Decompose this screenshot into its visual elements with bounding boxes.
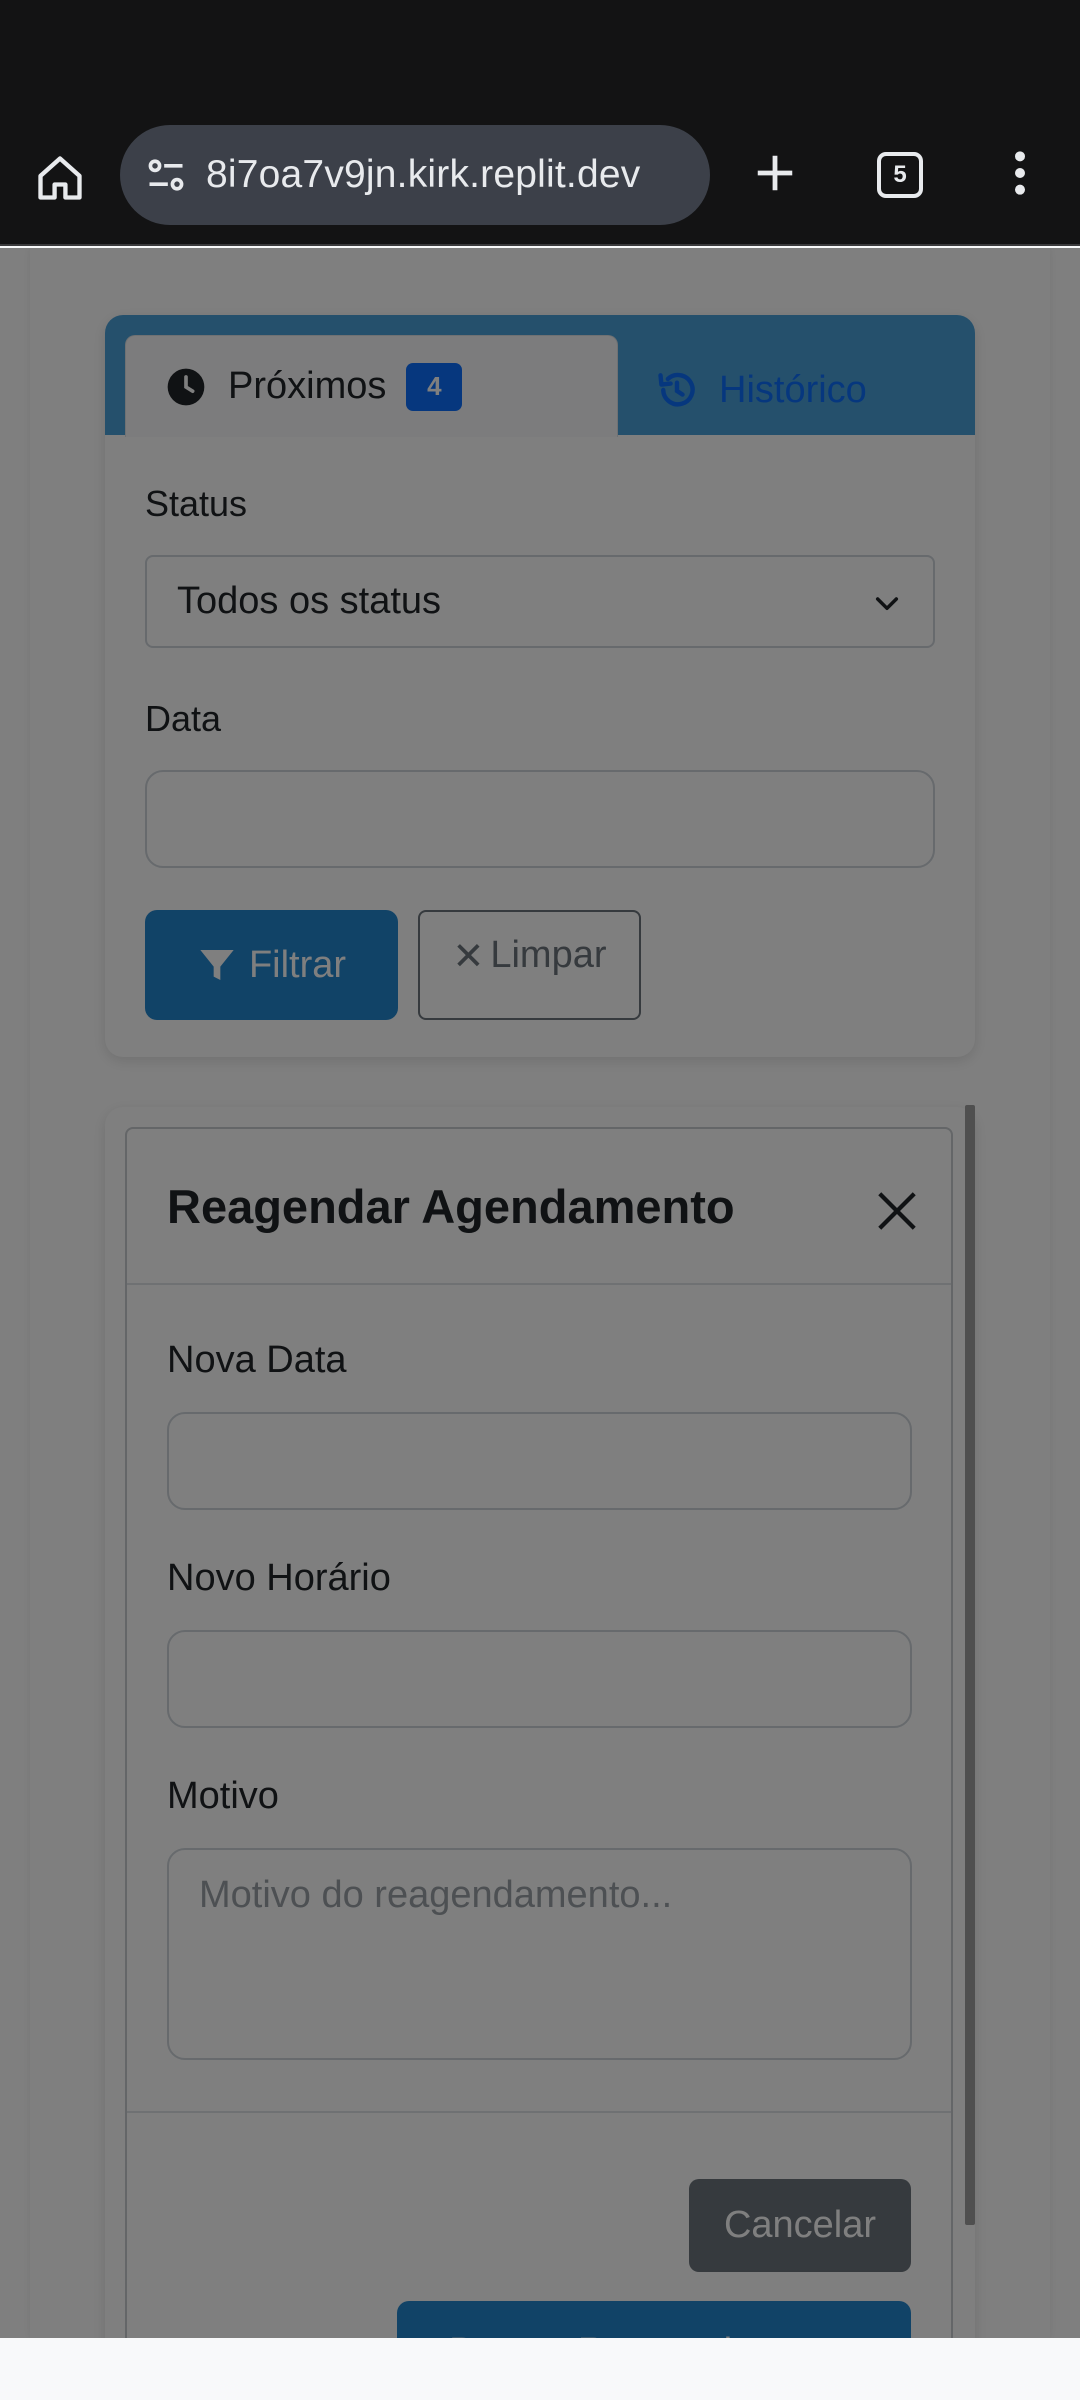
more-vert-icon	[1015, 151, 1025, 195]
home-button[interactable]	[30, 148, 90, 208]
plus-icon	[757, 155, 793, 191]
tune-icon[interactable]	[140, 149, 192, 201]
tab-switcher-button[interactable]: 5	[870, 145, 930, 205]
address-bar[interactable]: 8i7oa7v9jn.kirk.replit.dev	[120, 125, 710, 225]
tab-count: 5	[877, 152, 923, 198]
bottom-nav-bar	[0, 2338, 1080, 2400]
browser-menu-button[interactable]	[990, 143, 1050, 203]
new-tab-button[interactable]	[745, 143, 805, 203]
system-status-bar	[0, 0, 1080, 122]
modal-backdrop[interactable]	[0, 248, 1080, 2338]
home-icon	[38, 156, 82, 200]
url-text: 8i7oa7v9jn.kirk.replit.dev	[206, 153, 641, 196]
